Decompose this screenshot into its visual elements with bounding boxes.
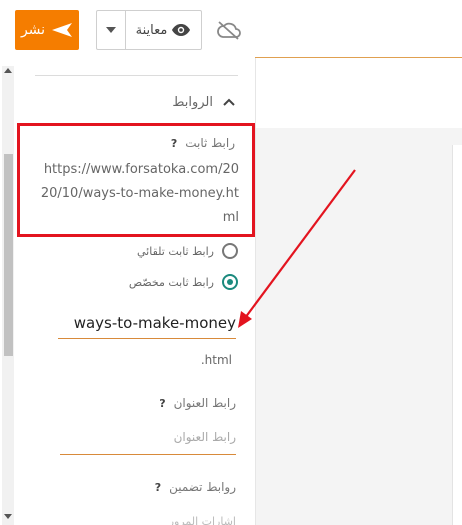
editor-background [256,128,462,525]
editor-card [452,145,462,525]
preview-button-group: معاينة [96,10,202,50]
title-link-label-row: ? رابط العنوان [60,396,236,410]
embed-links-label: روابط تضمين [169,480,236,494]
permalink-url: https://www.forsatoka.com/2020/10/ways-t… [40,162,239,225]
links-section-header[interactable]: الروابط [35,90,235,114]
radio-custom-permalink[interactable]: رابط ثابت مخصّص [60,274,238,290]
radio-button-selected[interactable] [222,274,238,290]
title-link-input[interactable]: رابط العنوان [60,430,236,455]
radio-auto-label: رابط ثابت تلقائي [137,244,214,258]
eye-icon [172,24,191,36]
preview-dropdown-button[interactable] [97,11,126,49]
cloud-off-icon[interactable] [216,20,242,40]
scrollbar-up-arrow[interactable] [4,68,12,73]
section-divider [35,75,238,76]
preview-label: معاينة [135,22,168,38]
preview-button[interactable]: معاينة [126,23,201,38]
embed-links-label-row: ? روابط تضمين [60,480,236,494]
caret-down-icon [106,27,116,33]
publish-button[interactable]: نشر [15,10,79,50]
question-icon[interactable]: ? [159,397,165,410]
title-link-label: رابط العنوان [173,396,236,410]
custom-permalink-input[interactable]: ways-to-make-money [58,314,236,339]
scrollbar-thumb[interactable] [4,154,13,356]
permalink-label-row: ? رابط ثابت [40,136,235,150]
question-icon[interactable]: ? [155,481,161,494]
question-icon[interactable]: ? [171,137,177,150]
faded-section-label: إشارات المرور [168,515,236,525]
sidebar-border [255,58,256,525]
radio-custom-label: رابط ثابت مخصّص [128,275,214,289]
permalink-label: رابط ثابت [185,136,235,150]
radio-auto-permalink[interactable]: رابط ثابت تلقائي [60,243,238,259]
scrollbar-down-arrow[interactable] [4,514,12,519]
chevron-up-icon [223,98,235,106]
permalink-suffix: .html [200,353,232,367]
send-icon [52,23,73,37]
publish-label: نشر [20,22,46,38]
section-title: الروابط [172,94,213,110]
radio-button[interactable] [222,243,238,259]
